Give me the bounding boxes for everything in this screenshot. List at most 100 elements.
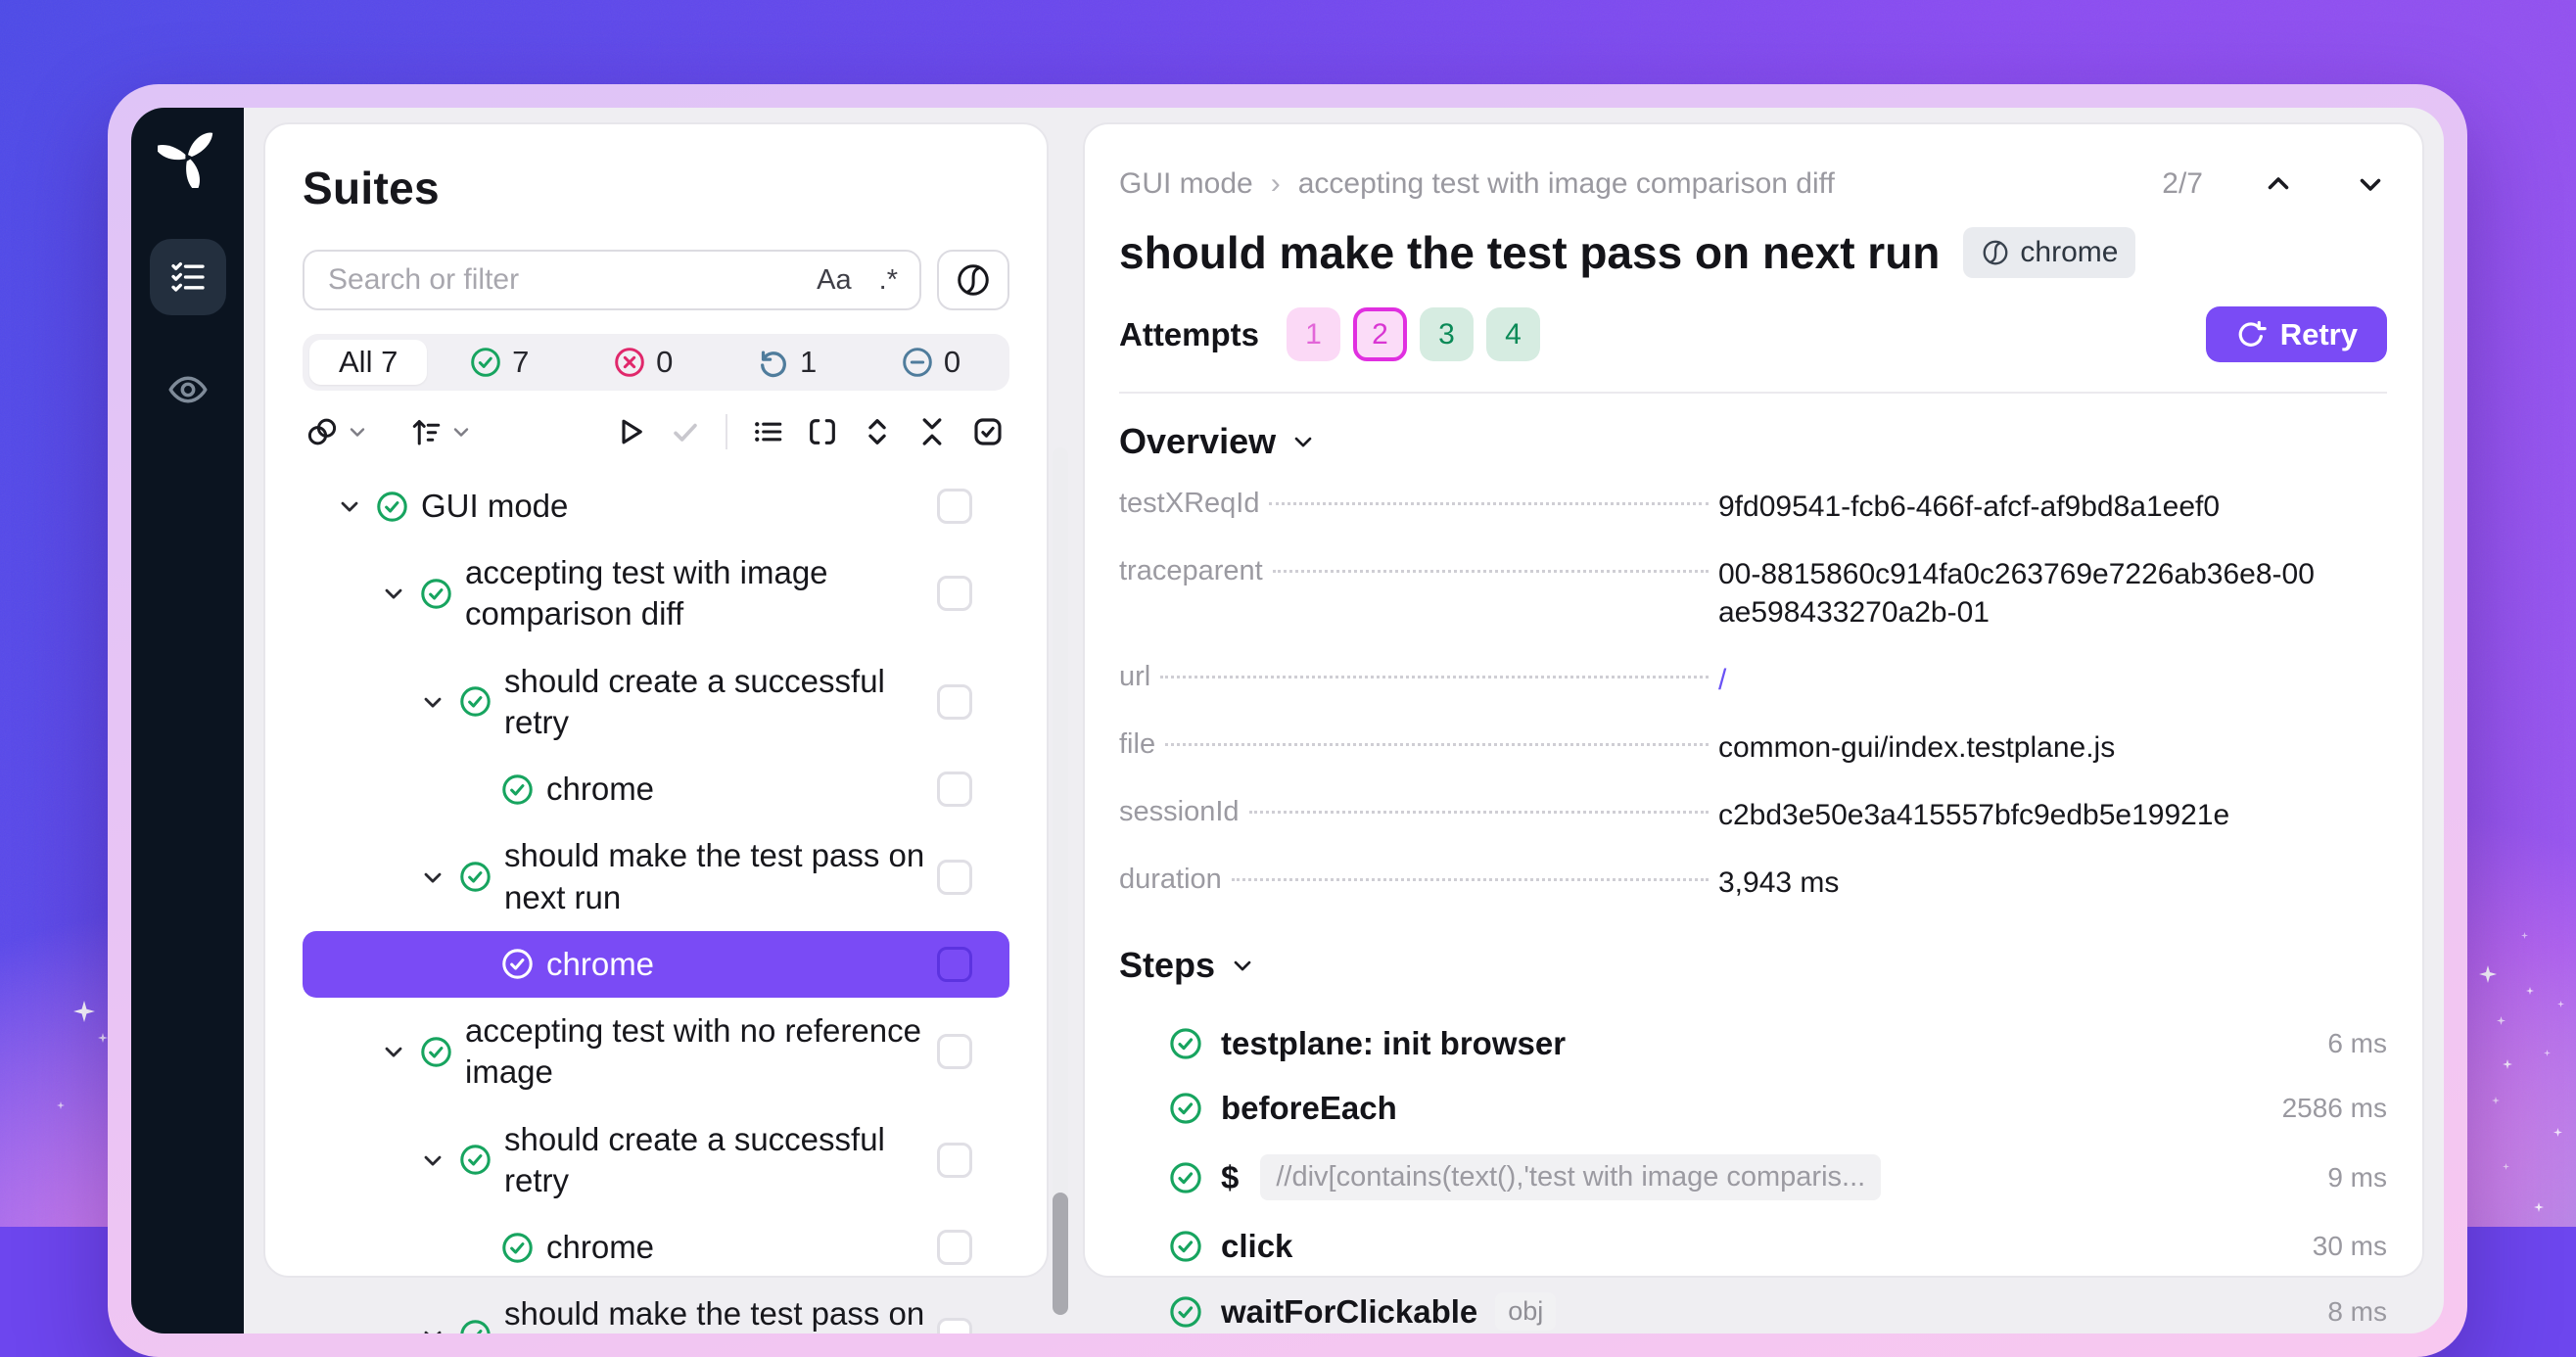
tree-row[interactable]: should create a successful retry	[303, 1106, 1009, 1214]
tree-scrollbar[interactable]	[1053, 447, 1068, 1315]
chevron-up-icon	[2262, 167, 2295, 201]
run-passed-button[interactable]	[669, 415, 702, 448]
attempts-row: Attempts 1 2 3 4 Retry	[1119, 306, 2387, 362]
attempts-label: Attempts	[1119, 316, 1259, 353]
sidebar-item-preview[interactable]	[159, 360, 217, 419]
scrollbar-thumb[interactable]	[1053, 1193, 1068, 1315]
filter-failed[interactable]: 0	[571, 345, 715, 380]
tree-row-label[interactable]: should create a successful retry	[504, 661, 935, 743]
attempt-chip-4[interactable]: 4	[1486, 307, 1540, 361]
row-checkbox[interactable]	[937, 489, 972, 524]
row-checkbox[interactable]	[937, 1143, 972, 1178]
field-label: traceparent	[1119, 555, 1263, 587]
chevron-down-icon[interactable]	[419, 688, 446, 716]
tree-row-label[interactable]: chrome	[546, 769, 654, 810]
focus-selection-button[interactable]	[806, 415, 839, 448]
step-row[interactable]: $ //div[contains(text(),'test with image…	[1119, 1141, 2387, 1214]
passed-check-icon	[1168, 1091, 1203, 1126]
chevron-down-icon[interactable]	[419, 864, 446, 891]
tree-row-label[interactable]: accepting test with image comparison dif…	[465, 552, 925, 634]
tree-row[interactable]: chrome	[303, 756, 1009, 822]
testplane-logo	[158, 127, 218, 188]
step-duration: 9 ms	[2327, 1162, 2387, 1193]
row-checkbox[interactable]	[937, 947, 972, 982]
row-checkbox[interactable]	[937, 772, 972, 807]
attempt-chip-3[interactable]: 3	[1420, 307, 1474, 361]
previous-test-button[interactable]	[2262, 167, 2295, 201]
tree-row[interactable]: should create a successful retry	[303, 648, 1009, 756]
chevron-down-icon[interactable]	[380, 1038, 407, 1065]
search-input[interactable]	[326, 262, 789, 298]
row-checkbox[interactable]	[937, 1034, 972, 1069]
filter-all[interactable]: All 7	[309, 340, 427, 385]
step-row[interactable]: testplane: init browser 6 ms	[1119, 1011, 2387, 1076]
regex-toggle[interactable]: .*	[879, 264, 898, 297]
tree-row-selected[interactable]: chrome	[303, 931, 1009, 998]
next-test-button[interactable]	[2354, 167, 2387, 201]
tree-row[interactable]: accepting test with image comparison dif…	[303, 539, 1009, 647]
globe-icon	[1981, 238, 2010, 267]
list-view-button[interactable]	[751, 415, 784, 448]
workspace: Suites Aa .* All 7 7	[244, 108, 2444, 1334]
chevron-down-icon[interactable]	[419, 1322, 446, 1334]
tree-row-label[interactable]: should create a successful retry	[504, 1119, 935, 1201]
expand-all-button[interactable]	[861, 415, 894, 448]
tests-list-icon	[168, 257, 208, 297]
tree-row[interactable]: chrome	[303, 1214, 1009, 1281]
tree-row-label[interactable]: GUI mode	[421, 486, 568, 527]
overview-section-header[interactable]: Overview	[1119, 421, 2387, 462]
steps-section-header[interactable]: Steps	[1119, 945, 2387, 986]
chevron-down-icon[interactable]	[380, 580, 407, 607]
tree-row-label[interactable]: chrome	[546, 1227, 654, 1268]
group-by-dropdown[interactable]	[304, 414, 369, 449]
step-name[interactable]: testplane: init browser	[1221, 1025, 1566, 1062]
url-link[interactable]: /	[1718, 661, 2345, 699]
select-all-button[interactable]	[970, 414, 1006, 449]
attempt-chip-2-active[interactable]: 2	[1353, 307, 1407, 361]
match-case-toggle[interactable]: Aa	[817, 264, 851, 297]
filter-passed[interactable]: 7	[427, 345, 571, 380]
tree-row[interactable]: should make the test pass on next run	[303, 1281, 1009, 1334]
tree-row[interactable]: should make the test pass on next run	[303, 822, 1009, 930]
chevron-down-icon	[2354, 167, 2387, 201]
retried-arrow-icon	[757, 346, 790, 379]
step-selector-chip: //div[contains(text(),'test with image c…	[1260, 1154, 1881, 1200]
tree-row-label[interactable]: should make the test pass on next run	[504, 835, 935, 917]
section-divider	[1119, 392, 2387, 394]
tree-row-label[interactable]: chrome	[546, 944, 654, 985]
chevron-down-icon[interactable]	[336, 492, 363, 520]
retry-button[interactable]: Retry	[2206, 306, 2387, 362]
step-name[interactable]: waitForClickable	[1221, 1293, 1477, 1331]
step-name[interactable]: click	[1221, 1228, 1292, 1265]
breadcrumb-item[interactable]: GUI mode	[1119, 167, 1253, 201]
overview-row: file common-gui/index.testplane.js	[1119, 728, 2387, 767]
chevron-down-icon	[1289, 428, 1317, 455]
step-row[interactable]: click 30 ms	[1119, 1214, 2387, 1279]
row-checkbox[interactable]	[937, 684, 972, 720]
tree-row[interactable]: GUI mode	[303, 473, 1009, 539]
attempt-chip-1[interactable]: 1	[1287, 307, 1340, 361]
tree-row-label[interactable]: accepting test with no reference image	[465, 1010, 925, 1093]
row-checkbox[interactable]	[937, 576, 972, 611]
sidebar-item-tests[interactable]	[150, 239, 226, 315]
chevron-down-icon[interactable]	[419, 1146, 446, 1174]
step-name[interactable]: $	[1221, 1159, 1239, 1196]
tree-row-label[interactable]: should make the test pass on next run	[504, 1293, 935, 1334]
step-row[interactable]: waitForClickable obj 8 ms	[1119, 1279, 2387, 1334]
overview-row: testXReqId 9fd09541-fcb6-466f-afcf-af9bd…	[1119, 488, 2387, 526]
row-checkbox[interactable]	[937, 1318, 972, 1334]
passed-check-icon	[1168, 1229, 1203, 1264]
step-name[interactable]: beforeEach	[1221, 1090, 1397, 1127]
sort-dropdown[interactable]	[408, 414, 473, 449]
browser-filter-button[interactable]	[937, 250, 1009, 310]
breadcrumb-item[interactable]: accepting test with image comparison dif…	[1298, 167, 1835, 201]
step-row[interactable]: beforeEach 2586 ms	[1119, 1076, 2387, 1141]
collapse-all-button[interactable]	[915, 415, 949, 448]
run-tests-button[interactable]	[612, 414, 647, 449]
filter-skipped[interactable]: 0	[859, 345, 1003, 380]
filter-retried[interactable]: 1	[715, 345, 859, 380]
row-checkbox[interactable]	[937, 1230, 972, 1265]
skipped-minus-icon	[901, 346, 934, 379]
row-checkbox[interactable]	[937, 860, 972, 895]
tree-row[interactable]: accepting test with no reference image	[303, 998, 1009, 1105]
